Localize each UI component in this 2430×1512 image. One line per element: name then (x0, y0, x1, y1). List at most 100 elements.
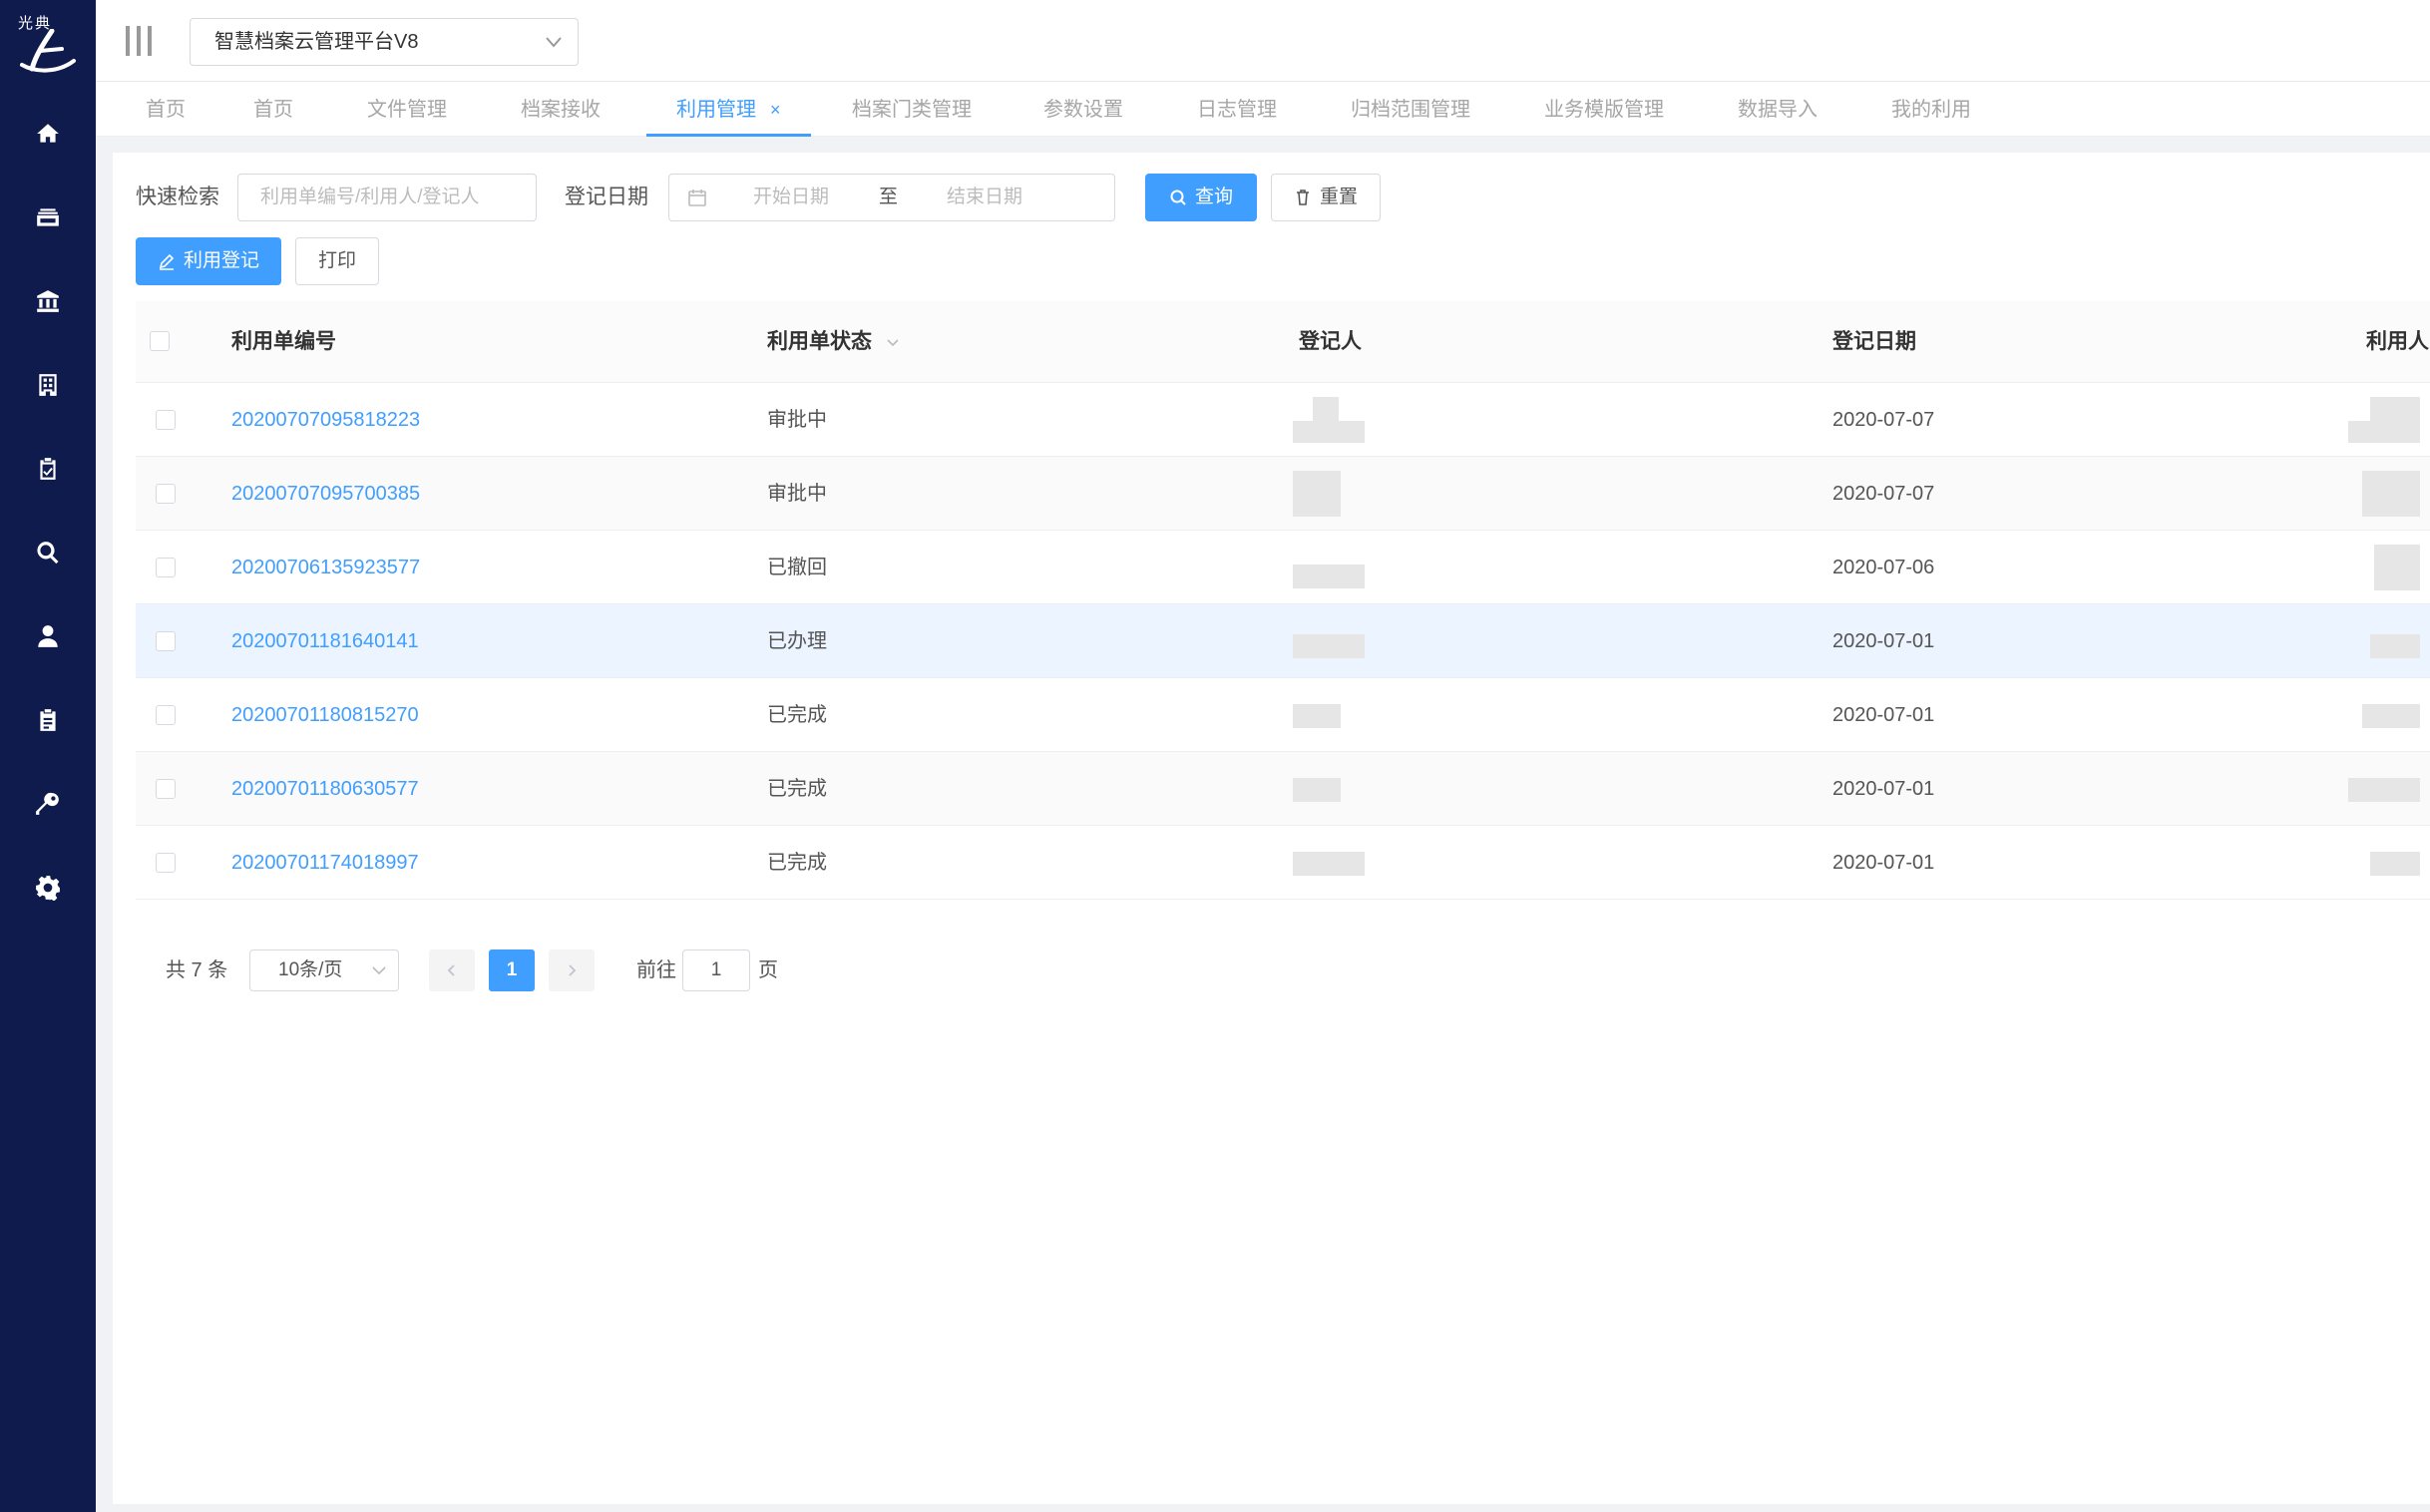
chevron-down-icon (546, 37, 562, 48)
table-row[interactable]: 20200701174018997 已完成 2020-07-01 (136, 826, 2430, 900)
tab-archive-scope[interactable]: 归档范围管理 (1351, 83, 1470, 137)
usage-number-link[interactable]: 20200701180815270 (231, 678, 419, 752)
select-all-checkbox[interactable] (150, 331, 170, 351)
total-count: 共 7 条 (166, 959, 228, 981)
usage-status: 已撤回 (767, 557, 827, 578)
query-button[interactable]: 查询 (1145, 174, 1257, 221)
table-row[interactable]: 20200701180815270 已完成 2020-07-01 (136, 678, 2430, 752)
key-icon[interactable] (30, 786, 66, 822)
tab-parameter-settings[interactable]: 参数设置 (1043, 83, 1123, 137)
archive-box-icon[interactable] (30, 199, 66, 235)
redacted-registrar (1293, 840, 1365, 886)
usage-status: 已完成 (767, 704, 827, 726)
building-icon[interactable] (30, 367, 66, 403)
redacted-user (2348, 618, 2420, 664)
date-range-picker[interactable]: 开始日期 至 结束日期 (668, 174, 1115, 221)
page-suffix: 页 (758, 959, 778, 981)
register-date: 2020-07-01 (1832, 778, 1935, 800)
header-number[interactable]: 利用单编号 (231, 301, 336, 383)
reset-button[interactable]: 重置 (1271, 174, 1381, 221)
register-button[interactable]: 利用登记 (136, 237, 281, 285)
tab-archive-receive[interactable]: 档案接收 (521, 83, 601, 137)
prev-page-button[interactable] (429, 949, 475, 991)
table-row[interactable]: 20200701180630577 已完成 2020-07-01 (136, 752, 2430, 826)
page-size-value: 10条/页 (278, 959, 343, 980)
row-checkbox[interactable] (156, 484, 176, 504)
usage-number-link[interactable]: 20200701174018997 (231, 826, 419, 900)
goto-page-input[interactable]: 1 (682, 949, 750, 991)
row-checkbox[interactable] (156, 558, 176, 577)
user-icon[interactable] (30, 618, 66, 654)
usage-number-link[interactable]: 20200701181640141 (231, 604, 419, 678)
row-checkbox[interactable] (156, 631, 176, 651)
tab-log-management[interactable]: 日志管理 (1197, 83, 1277, 137)
tab-home-2[interactable]: 首页 (253, 83, 293, 137)
row-checkbox[interactable] (156, 705, 176, 725)
register-date: 2020-07-01 (1832, 852, 1935, 874)
platform-select[interactable]: 智慧档案云管理平台V8 (190, 18, 579, 66)
redacted-registrar (1293, 545, 1365, 590)
bank-icon[interactable] (30, 283, 66, 319)
redacted-user (2348, 840, 2420, 886)
table-row[interactable]: 20200707095818223 审批中 2020-07-07 (136, 383, 2430, 457)
table-row[interactable]: 20200701181640141 已办理 2020-07-01 (136, 604, 2430, 678)
header-status[interactable]: 利用单状态 (767, 301, 900, 383)
end-date-placeholder[interactable]: 结束日期 (947, 175, 1022, 220)
goto-label: 前往 (636, 959, 676, 981)
search-icon (1170, 189, 1186, 205)
usage-number-link[interactable]: 20200706135923577 (231, 531, 420, 604)
table-row[interactable]: 20200707095700385 审批中 2020-07-07 (136, 457, 2430, 531)
quick-search-placeholder: 利用单编号/利用人/登记人 (260, 187, 480, 207)
redacted-user (2348, 545, 2420, 590)
page-size-select[interactable]: 10条/页 (249, 949, 399, 991)
next-page-button[interactable] (549, 949, 595, 991)
table-header: 利用单编号 利用单状态 登记人 登记日期 利用人 (136, 301, 2430, 383)
top-header: 智慧档案云管理平台V8 (96, 0, 2430, 82)
close-icon[interactable]: × (770, 100, 781, 120)
print-button[interactable]: 打印 (295, 237, 379, 285)
tab-template-management[interactable]: 业务模版管理 (1544, 83, 1664, 137)
header-status-label: 利用单状态 (767, 330, 872, 353)
row-checkbox[interactable] (156, 853, 176, 873)
usage-number-link[interactable]: 20200707095700385 (231, 457, 420, 531)
header-registrar[interactable]: 登记人 (1299, 301, 1362, 383)
logo-mark (20, 29, 76, 73)
redacted-user (2348, 766, 2420, 812)
tab-usage-management[interactable]: 利用管理 × (646, 83, 810, 137)
row-checkbox[interactable] (156, 779, 176, 799)
header-date[interactable]: 登记日期 (1832, 301, 1916, 383)
usage-number-link[interactable]: 20200707095818223 (231, 383, 420, 457)
row-checkbox[interactable] (156, 410, 176, 430)
start-date-placeholder[interactable]: 开始日期 (753, 175, 829, 220)
header-user[interactable]: 利用人 (2366, 301, 2429, 383)
tab-archive-category[interactable]: 档案门类管理 (852, 83, 972, 137)
redacted-registrar (1293, 397, 1365, 443)
chevron-down-icon (887, 339, 899, 347)
register-button-label: 利用登记 (183, 250, 259, 271)
redacted-registrar (1293, 471, 1365, 517)
redacted-user (2348, 471, 2420, 517)
register-date: 2020-07-01 (1832, 704, 1935, 726)
home-icon[interactable] (30, 116, 66, 152)
redacted-user (2348, 397, 2420, 443)
usage-status: 审批中 (767, 409, 827, 431)
gear-icon[interactable] (30, 870, 66, 906)
reset-button-label: 重置 (1319, 187, 1358, 207)
page-number-current[interactable]: 1 (489, 949, 535, 991)
table-row[interactable]: 20200706135923577 已撤回 2020-07-06 (136, 531, 2430, 604)
clipboard-list-icon[interactable] (30, 702, 66, 738)
print-button-label: 打印 (317, 250, 356, 271)
query-button-label: 查询 (1194, 187, 1233, 207)
clipboard-check-icon[interactable] (30, 451, 66, 487)
menu-toggle-icon[interactable] (126, 26, 152, 56)
tab-home-1[interactable]: 首页 (146, 83, 186, 137)
usage-status: 审批中 (767, 483, 827, 505)
search-icon[interactable] (30, 535, 66, 570)
quick-search-input[interactable]: 利用单编号/利用人/登记人 (237, 174, 537, 221)
tab-data-import[interactable]: 数据导入 (1738, 83, 1818, 137)
tab-my-usage[interactable]: 我的利用 (1891, 83, 1971, 137)
tab-file-management[interactable]: 文件管理 (367, 83, 447, 137)
usage-number-link[interactable]: 20200701180630577 (231, 752, 419, 826)
chevron-right-icon (569, 964, 577, 976)
redacted-registrar (1293, 692, 1365, 738)
